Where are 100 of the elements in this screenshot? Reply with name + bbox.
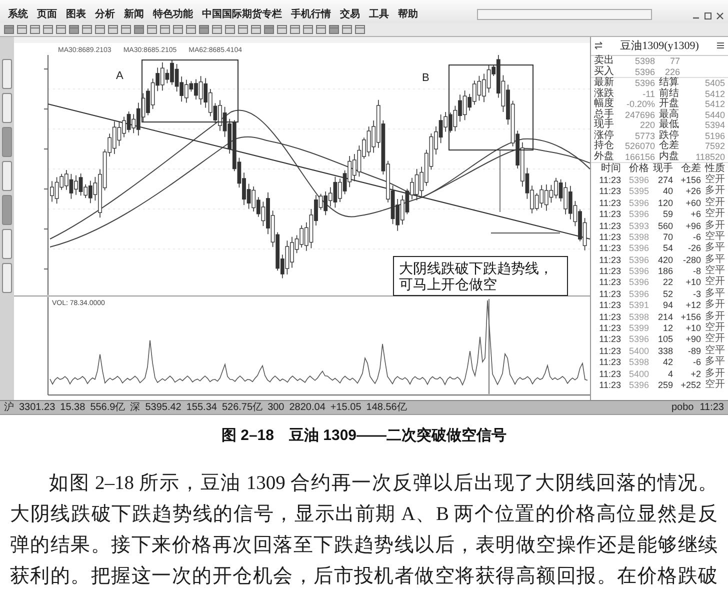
trade-change: -26 xyxy=(686,243,701,254)
trade-price: 5396 xyxy=(628,266,649,276)
trade-change: +2 xyxy=(690,368,701,379)
window-icon[interactable] xyxy=(95,24,105,34)
side-tab[interactable] xyxy=(2,228,12,259)
side-tab[interactable] xyxy=(2,160,12,191)
quote-value: -11 xyxy=(642,88,655,99)
window-icon[interactable] xyxy=(303,24,313,34)
figure-caption: 图 2–18 豆油 1309——二次突破做空信号 xyxy=(220,426,508,446)
side-tab[interactable] xyxy=(2,58,12,89)
window-icon[interactable] xyxy=(108,24,118,34)
quote-label: 开盘 xyxy=(659,99,680,110)
side-tab[interactable] xyxy=(2,262,12,293)
trade-price: 5396 xyxy=(628,254,649,265)
quote-label: 内盘 xyxy=(659,152,680,162)
maximize-icon[interactable] xyxy=(704,12,712,20)
quote-label: 外盘 xyxy=(594,152,615,162)
window-icon[interactable] xyxy=(277,24,287,34)
window-icon[interactable] xyxy=(186,24,196,34)
window-icon[interactable] xyxy=(147,24,157,34)
window-icon[interactable] xyxy=(251,24,261,34)
trade-change: -8 xyxy=(692,266,701,276)
menu-item[interactable]: 特色功能 xyxy=(153,8,193,20)
quote-value: 226 xyxy=(664,66,680,77)
quote-label: 卖出 xyxy=(594,56,615,66)
trade-type: 多开 xyxy=(704,300,725,310)
window-icon[interactable] xyxy=(121,24,131,34)
search-field[interactable] xyxy=(477,8,652,20)
trade-price: 5398 xyxy=(628,357,649,368)
trade-change: +10 xyxy=(684,277,701,288)
menu-item[interactable]: 图表 xyxy=(66,8,86,20)
window-icon[interactable] xyxy=(316,24,326,34)
quote-value: 5196 xyxy=(704,130,725,141)
window-icon[interactable] xyxy=(56,24,66,34)
menu-item[interactable]: 分析 xyxy=(95,8,115,20)
quote-label: 最低 xyxy=(659,120,680,130)
side-tab[interactable] xyxy=(2,194,12,225)
quote-label: 总手 xyxy=(594,110,615,120)
trade-volume: 338 xyxy=(656,346,673,356)
trade-volume: 22 xyxy=(662,277,673,288)
trade-time: 11:23 xyxy=(598,380,621,390)
quote-label: 买入 xyxy=(594,66,615,77)
window-icon[interactable] xyxy=(355,24,365,34)
column-header: 时间 xyxy=(600,164,621,174)
window-icon[interactable] xyxy=(173,24,183,34)
menu-item[interactable]: 帮助 xyxy=(398,8,418,20)
window-icon[interactable] xyxy=(82,24,92,34)
trade-price: 5398 xyxy=(628,312,649,322)
trade-price: 5400 xyxy=(628,368,649,379)
trade-volume: 12 xyxy=(662,323,673,334)
window-icon[interactable] xyxy=(329,24,339,34)
window-icon[interactable] xyxy=(238,24,248,34)
trade-time: 11:23 xyxy=(598,198,621,208)
quote-value: 7592 xyxy=(704,141,725,152)
window-icon[interactable] xyxy=(160,24,170,34)
trade-volume: 186 xyxy=(656,266,673,276)
quote-value: 5396 xyxy=(634,66,655,77)
window-icon[interactable] xyxy=(225,24,235,34)
menu-item[interactable]: 工具 xyxy=(369,8,389,20)
quote-label: 现手 xyxy=(594,120,615,130)
window-icon[interactable] xyxy=(290,24,300,34)
trade-time: 11:23 xyxy=(598,232,621,242)
swap-icon[interactable] xyxy=(594,41,603,50)
menu-item[interactable]: 交易 xyxy=(340,8,360,20)
quote-value: 5394 xyxy=(704,120,725,130)
point-label: B xyxy=(422,72,430,84)
window-icon[interactable] xyxy=(4,24,14,34)
trade-type: 空开 xyxy=(704,334,725,344)
trade-volume: 105 xyxy=(656,334,673,344)
window-icon[interactable] xyxy=(43,24,53,34)
quote-value: 118520 xyxy=(694,152,725,162)
side-tab[interactable] xyxy=(2,92,12,123)
menu-item[interactable]: 系统 xyxy=(8,8,28,20)
quote-value: 77 xyxy=(668,56,680,66)
trade-change: +90 xyxy=(684,334,701,344)
trade-change: +252 xyxy=(680,380,701,390)
trade-volume: 59 xyxy=(662,209,673,220)
window-icon[interactable] xyxy=(212,24,222,34)
menu-item[interactable]: 手机行情 xyxy=(291,8,331,20)
window-icon[interactable] xyxy=(17,24,27,34)
menu-item[interactable]: 中国国际期货专栏 xyxy=(202,8,282,20)
window-icon[interactable] xyxy=(342,24,352,34)
list-icon[interactable] xyxy=(716,41,725,50)
window-icon[interactable] xyxy=(30,24,40,34)
menu-item[interactable]: 页面 xyxy=(37,8,57,20)
window-icon[interactable] xyxy=(264,24,274,34)
side-tab[interactable] xyxy=(2,126,12,157)
status-text: 526.75亿 xyxy=(222,402,263,413)
trade-volume: 420 xyxy=(656,254,673,265)
close-icon[interactable] xyxy=(716,12,724,20)
window-icon[interactable] xyxy=(134,24,144,34)
window-icon[interactable] xyxy=(69,24,79,34)
trade-price: 5398 xyxy=(628,232,649,242)
trade-price: 5396 xyxy=(628,209,649,220)
quote-label: 幅度 xyxy=(594,99,615,110)
window-icon[interactable] xyxy=(199,24,209,34)
trade-time: 11:23 xyxy=(598,209,621,220)
trade-volume: 4 xyxy=(666,368,673,379)
menu-item[interactable]: 新闻 xyxy=(124,8,144,20)
quote-label: 持仓 xyxy=(594,141,615,152)
